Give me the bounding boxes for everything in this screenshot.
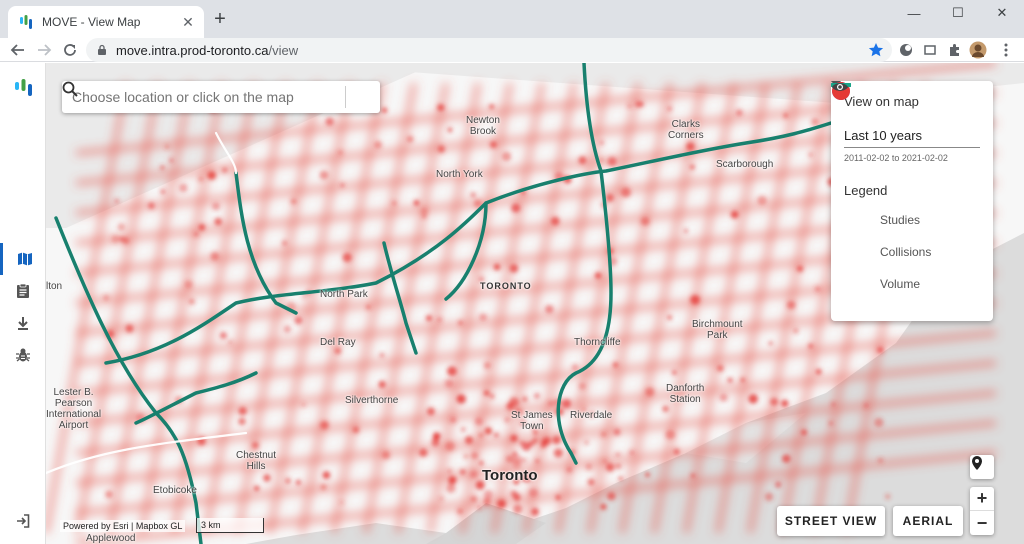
legend-row-collisions: Collisions [832, 82, 980, 268]
date-range-select[interactable]: Last 10 years [831, 81, 980, 148]
location-search [62, 81, 380, 113]
map-place-label: Riverdale [570, 410, 613, 421]
map-place-label: St James Town [511, 410, 553, 432]
street-view-button[interactable]: STREET VIEW [777, 506, 885, 536]
url-host: move.intra.prod-toronto.ca [116, 42, 269, 58]
bookmark-star-icon[interactable] [868, 42, 884, 58]
locate-pin-icon[interactable] [970, 455, 994, 479]
profile-avatar[interactable] [968, 40, 988, 60]
map-place-label: Lester B. Pearson International Airport [46, 387, 102, 431]
map-place-label: TORONTO [480, 281, 532, 291]
legend-label-collisions: Collisions [880, 245, 932, 259]
date-range-text: 2011-02-02 to 2021-02-02 [844, 153, 948, 163]
nav-rail [0, 63, 46, 544]
legend-row-studies: Studies [832, 82, 980, 236]
minimize-icon[interactable]: — [892, 0, 936, 26]
legend-label-volume: Volume [880, 277, 921, 291]
legend-title: Legend [844, 183, 888, 198]
browser-menu-icon[interactable] [996, 40, 1016, 60]
move-logo-icon[interactable] [14, 79, 34, 97]
forward-icon[interactable] [32, 38, 56, 62]
map-place-label: Silverthorne [345, 395, 399, 406]
map-place-label: Danforth Station [666, 383, 705, 405]
map-place-label: Applewood [86, 533, 136, 544]
map-place-label: Del Ray [320, 337, 356, 348]
browser-tab[interactable]: MOVE - View Map ✕ [8, 6, 204, 38]
screenshot-icon[interactable] [920, 40, 940, 60]
address-bar[interactable]: move.intra.prod-toronto.ca/view [86, 38, 892, 62]
zoom-out-button[interactable]: − [970, 511, 994, 535]
nav-map-icon[interactable] [0, 243, 46, 275]
extension-circle-icon[interactable] [896, 40, 916, 60]
search-icon[interactable] [62, 81, 380, 113]
map-place-label: North Park [320, 289, 368, 300]
browser-tabstrip: MOVE - View Map ✕ + — ☐ ✕ [0, 0, 1024, 38]
legend-label-studies: Studies [880, 213, 921, 227]
nav-requests-icon[interactable] [0, 275, 46, 307]
nav-download-icon[interactable] [0, 307, 46, 339]
view-on-map-panel: View on map Last 10 years 2011-02-02 to … [831, 81, 993, 321]
map-place-label: Toronto [482, 467, 538, 484]
panel-title: View on map [844, 94, 919, 109]
map-place-label: lton [46, 281, 63, 292]
map-place-label: Newton Brook [466, 115, 500, 137]
close-tab-icon[interactable]: ✕ [180, 14, 196, 31]
map-scale-bar: 3 km [196, 518, 264, 533]
map-place-label: Scarborough [716, 159, 774, 170]
map-place-label: Etobicoke [153, 485, 197, 496]
move-logo-icon [20, 15, 32, 29]
map-canvas[interactable]: Newton Brook Clarks Corners North York Scar… [46, 63, 1024, 544]
date-range-select-value: Last 10 years [844, 128, 923, 143]
url-text: move.intra.prod-toronto.ca/view [116, 43, 298, 58]
new-tab-icon[interactable]: + [210, 9, 230, 30]
studies-visibility-eye-icon[interactable] [832, 83, 980, 230]
aerial-button[interactable]: AERIAL [893, 506, 963, 536]
collisions-visibility-eye-icon[interactable] [832, 83, 980, 262]
window-controls: — ☐ ✕ [892, 0, 1024, 26]
volume-visibility-eye-icon[interactable] [832, 83, 980, 294]
back-icon[interactable] [6, 38, 30, 62]
legend-row-volume: Volume [831, 83, 980, 300]
close-window-icon[interactable]: ✕ [980, 0, 1024, 26]
extensions-puzzle-icon[interactable] [944, 40, 964, 60]
tab-title: MOVE - View Map [42, 15, 141, 29]
map-attribution[interactable]: Powered by Esri | Mapbox GL [60, 520, 186, 532]
url-path: /view [268, 42, 299, 58]
move-app: Newton Brook Clarks Corners North York Scar… [0, 63, 1024, 544]
browser-toolbar: move.intra.prod-toronto.ca/view [0, 38, 1024, 62]
maximize-icon[interactable]: ☐ [936, 0, 980, 26]
map-place-label: Thorncliffe [574, 337, 621, 348]
logout-icon[interactable] [0, 505, 46, 537]
map-place-label: Chestnut Hills [236, 450, 277, 472]
reload-icon[interactable] [58, 38, 82, 62]
zoom-control: + − [970, 487, 994, 535]
map-place-label: Birchmount Park [692, 319, 743, 341]
lock-icon [98, 44, 106, 55]
location-search-input[interactable] [62, 81, 345, 113]
map-place-label: Clarks Corners [668, 119, 704, 141]
nav-bug-icon[interactable] [0, 339, 46, 371]
zoom-in-button[interactable]: + [970, 487, 994, 511]
map-place-label: North York [436, 169, 483, 180]
